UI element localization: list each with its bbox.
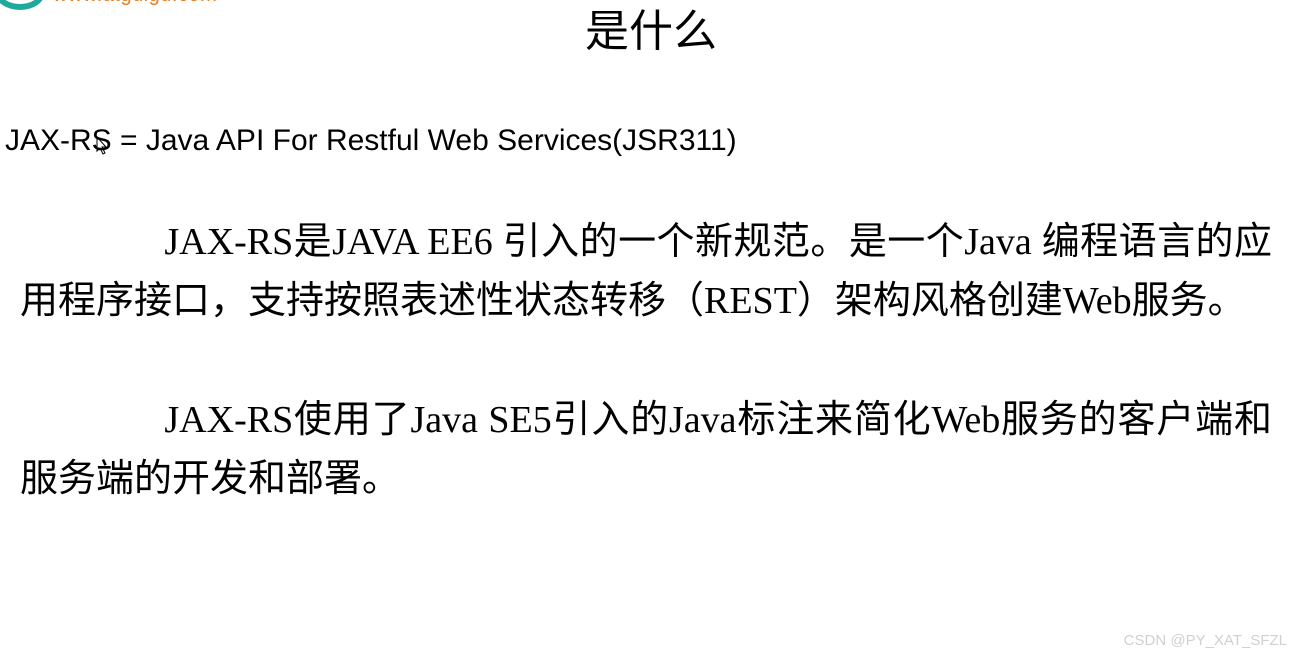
logo-area: www.atguigu.com: [0, 0, 217, 10]
logo-icon: [0, 0, 45, 10]
logo-url: www.atguigu.com: [53, 0, 217, 7]
paragraph-1: JAX-RS是JAVA EE6 引入的一个新规范。是一个Java 编程语言的应用…: [20, 213, 1272, 331]
watermark: CSDN @PY_XAT_SFZL: [1124, 632, 1287, 649]
paragraph-2: JAX-RS使用了Java SE5引入的Java标注来简化Web服务的客户端和服…: [20, 391, 1272, 509]
cursor-icon: [95, 135, 111, 160]
subtitle: JAX-RS = Java API For Restful Web Servic…: [5, 124, 1302, 158]
